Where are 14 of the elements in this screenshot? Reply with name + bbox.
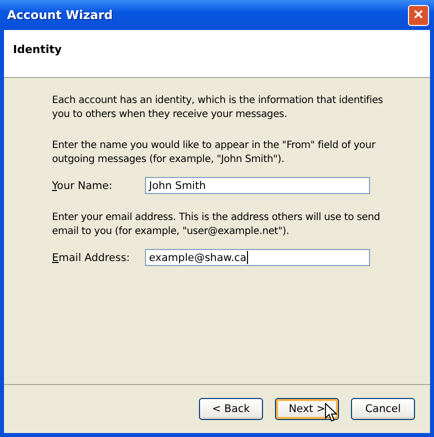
input-field[interactable]: John Smith xyxy=(145,177,370,194)
instruction-text: Enter the name you would like to appear in the "From" field of your outgoing messages (for example, "John Smith"). xyxy=(52,139,376,167)
field-label: Email Address: xyxy=(52,252,131,264)
close-button[interactable]: ✕ xyxy=(408,4,429,26)
input-field[interactable]: example@shaw.ca xyxy=(145,249,370,266)
instruction-text: Enter your email address. This is the address others will use to send email to you (for example, "user@example.net"). xyxy=(52,211,381,239)
pointer-icon xyxy=(325,403,337,422)
wizard-button[interactable]: < Back xyxy=(199,398,263,420)
page-title: Identity xyxy=(13,43,62,56)
field-label: Your Name: xyxy=(52,180,114,192)
window-title: Account Wizard xyxy=(7,8,113,22)
wizard-button[interactable]: Cancel xyxy=(351,398,415,420)
intro-text: Each account has an identity, which is the information that identifies you to others when they receive your messages. xyxy=(52,94,384,122)
wizard-button[interactable]: Next > xyxy=(275,398,339,420)
